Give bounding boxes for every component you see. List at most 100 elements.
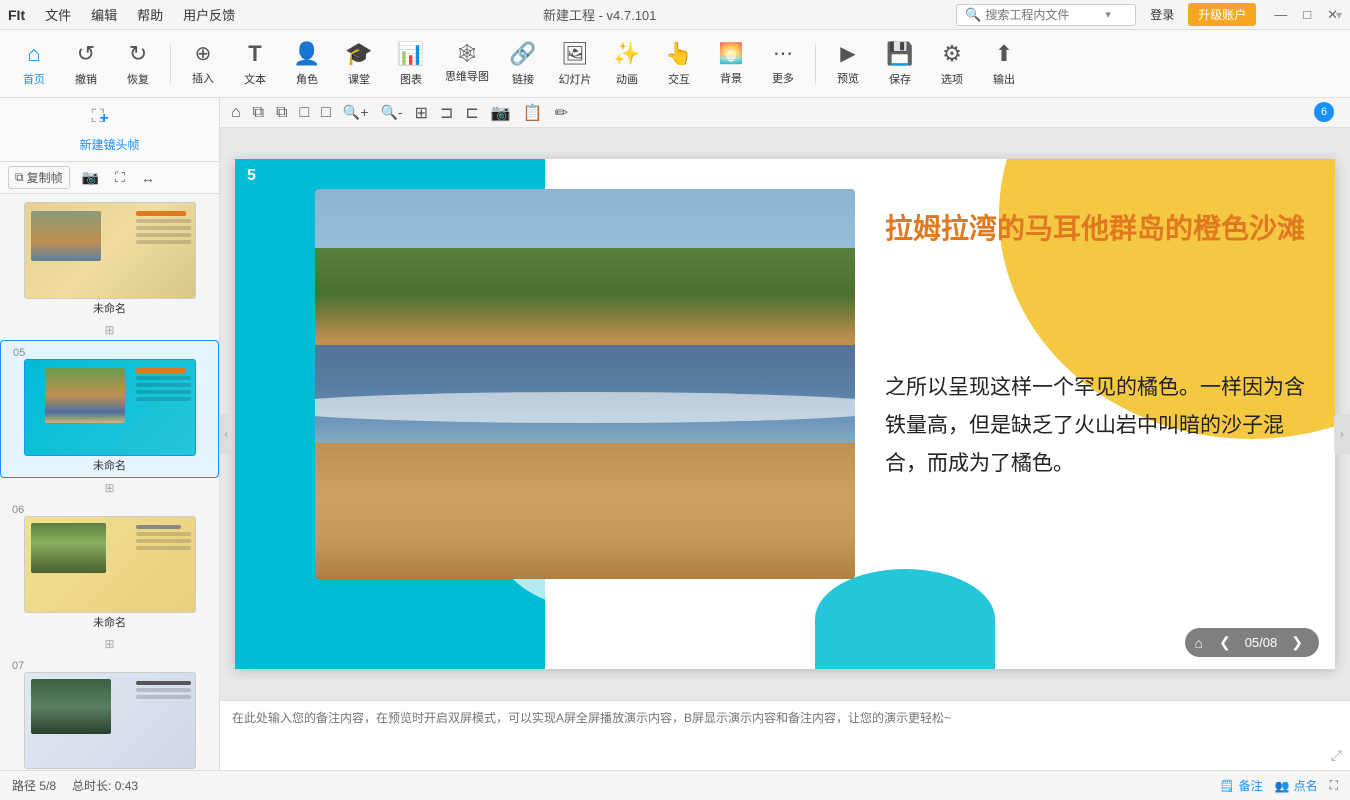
- canvas-camera-btn[interactable]: 📷: [488, 101, 514, 125]
- canvas-copy2-btn[interactable]: ⧉: [273, 102, 290, 124]
- separator-icon: ⊞: [104, 323, 114, 337]
- toolbar-text[interactable]: T 文本: [231, 34, 279, 94]
- login-button[interactable]: 登录: [1142, 4, 1182, 25]
- search-input[interactable]: [985, 8, 1105, 22]
- thumb-line: [136, 681, 191, 685]
- toolbar-animate[interactable]: ✨ 动画: [603, 34, 651, 94]
- notes-input[interactable]: [232, 709, 1338, 762]
- nav-home-btn[interactable]: ⌂: [1195, 635, 1203, 651]
- toolbar-insert-label: 插入: [192, 70, 214, 86]
- statusbar-right: 🗒 备注 👥 点名 ⛶: [1219, 777, 1338, 794]
- toolbar-interact[interactable]: 👆 交互: [655, 34, 703, 94]
- comment-btn[interactable]: 🗒 备注: [1219, 777, 1262, 794]
- toolbar-undo[interactable]: ↺ 撤销: [62, 34, 110, 94]
- toolbar-preview[interactable]: ▶ 预览: [824, 34, 872, 94]
- comment-icon: 🗒: [1219, 779, 1234, 793]
- canvas-grid-btn[interactable]: ⊞: [412, 101, 431, 125]
- canvas-align-btn[interactable]: ⊐: [437, 101, 456, 125]
- menu-help[interactable]: 帮助: [129, 3, 171, 26]
- canvas-home-btn[interactable]: ⌂: [228, 102, 244, 124]
- nav-page-indicator: 05/08: [1241, 635, 1282, 650]
- canvas-align2-btn[interactable]: ⊏: [462, 101, 481, 125]
- points-icon: 👥: [1275, 779, 1290, 793]
- text-icon: T: [248, 41, 261, 67]
- toolbar-more-label: 更多: [772, 70, 794, 86]
- upgrade-button[interactable]: 升级账户: [1188, 3, 1256, 26]
- canvas-body[interactable]: 5 拉姆拉湾的马耳他群岛的橙色沙滩 之所以呈现这样一个罕见的橘色。一样因为含铁量…: [220, 128, 1350, 700]
- copy-frame-btn[interactable]: ⧉ 复制帧: [8, 166, 70, 189]
- nav-prev-btn[interactable]: ❮: [1213, 632, 1237, 653]
- toolbar-classroom[interactable]: 🎓 课堂: [335, 34, 383, 94]
- slide-item-04[interactable]: 未命名: [0, 198, 219, 320]
- new-frame-button[interactable]: ⛶ + 新建镜头帧 ▾: [0, 98, 219, 162]
- slide-title[interactable]: 拉姆拉湾的马耳他群岛的橙色沙滩: [885, 209, 1305, 248]
- slide-body-text[interactable]: 之所以呈现这样一个罕见的橘色。一样因为含铁量高，但是缺乏了火山岩中叫暗的沙子混合…: [885, 369, 1305, 482]
- toolbar-role-label: 角色: [296, 71, 318, 87]
- menu-edit[interactable]: 编辑: [83, 3, 125, 26]
- titlebar: FIt 文件 编辑 帮助 用户反馈 新建工程 - v4.7.101 🔍 ▾ 登录…: [0, 0, 1350, 30]
- separator-icon-2: ⊞: [104, 481, 114, 495]
- menu-feedback[interactable]: 用户反馈: [175, 3, 243, 26]
- fullscreen-icon[interactable]: ⛶: [1330, 778, 1338, 793]
- fullscreen-btn[interactable]: ⛶: [111, 167, 129, 188]
- restore-button[interactable]: □: [1299, 7, 1315, 23]
- classroom-icon: 🎓: [345, 41, 372, 67]
- thumb-img-07: [31, 679, 111, 734]
- new-frame-label: 新建镜头帧: [79, 136, 139, 153]
- toolbar-export[interactable]: ⬆ 输出: [980, 34, 1028, 94]
- slide-item-06[interactable]: 06 未命名: [0, 498, 219, 634]
- canvas-rect1-btn[interactable]: □: [297, 102, 313, 124]
- canvas-toolbar: ⌂ ⧉ ⧉ □ □ 🔍+ 🔍- ⊞ ⊐ ⊏ 📷 📋 ✏ 6: [220, 98, 1350, 128]
- toolbar-link[interactable]: 🔗 链接: [499, 34, 547, 94]
- search-dropdown-icon[interactable]: ▾: [1105, 8, 1111, 21]
- slide-item-05[interactable]: 05 未命名: [0, 340, 219, 478]
- toolbar-insert[interactable]: ⊕ 插入: [179, 34, 227, 94]
- toolbar-slideshow-label: 幻灯片: [559, 71, 592, 87]
- thumb-text-06: [136, 525, 191, 553]
- toolbar-home[interactable]: ⌂ 首页: [10, 34, 58, 94]
- thumb-title-line: [136, 211, 186, 216]
- toolbar: ⌂ 首页 ↺ 撤销 ↻ 恢复 ⊕ 插入 T 文本 👤 角色 🎓 课堂 📊 图表 …: [0, 30, 1350, 98]
- canvas-zoomin-btn[interactable]: 🔍+: [340, 102, 372, 123]
- toolbar-options[interactable]: ⚙ 选项: [928, 34, 976, 94]
- toolbar-mindmap[interactable]: 🕸 思维导图: [439, 34, 495, 94]
- slide-item-07[interactable]: 07: [0, 654, 219, 770]
- points-btn[interactable]: 👥 点名: [1275, 777, 1318, 794]
- teal-blob-shape: [815, 569, 995, 669]
- canvas-clip-btn[interactable]: 📋: [520, 101, 546, 125]
- toolbar-options-label: 选项: [941, 71, 963, 87]
- canvas-zoomout-btn[interactable]: 🔍-: [378, 102, 406, 123]
- slide-num-07: 07: [12, 660, 24, 672]
- search-box[interactable]: 🔍 ▾: [956, 4, 1136, 26]
- slide-label-06: 未命名: [93, 614, 126, 630]
- toolbar-role[interactable]: 👤 角色: [283, 34, 331, 94]
- camera-btn[interactable]: 📷: [78, 167, 103, 188]
- toolbar-bg[interactable]: 🌅 背景: [707, 34, 755, 94]
- canvas-edit-btn[interactable]: ✏: [552, 101, 571, 125]
- toolbar-chart[interactable]: 📊 图表: [387, 34, 435, 94]
- copy-frame-label: 复制帧: [27, 169, 63, 186]
- thumb-line: [136, 539, 191, 543]
- thumb-img-04: [31, 211, 101, 261]
- beach-sand: [315, 443, 855, 580]
- slide-num-05: 05: [13, 347, 25, 359]
- toolbar-redo[interactable]: ↻ 恢复: [114, 34, 162, 94]
- canvas-copy1-btn[interactable]: ⧉: [250, 102, 267, 124]
- path-info: 路径 5/8: [12, 777, 56, 794]
- toolbar-save[interactable]: 💾 保存: [876, 34, 924, 94]
- swap-btn[interactable]: ↔: [137, 168, 159, 188]
- right-panel-badge[interactable]: 6: [1314, 102, 1334, 122]
- nav-next-btn[interactable]: ❯: [1285, 632, 1309, 653]
- minimize-button[interactable]: —: [1270, 7, 1291, 23]
- toolbar-more[interactable]: ⋯ 更多: [759, 34, 807, 94]
- beach-photo: [315, 189, 855, 579]
- slide-number-badge: 5: [247, 167, 256, 185]
- toolbar-slideshow[interactable]: 🖼 幻灯片: [551, 34, 599, 94]
- duration-info: 总时长: 0:43: [72, 777, 138, 794]
- options-icon: ⚙: [942, 41, 962, 67]
- canvas-rect2-btn[interactable]: □: [318, 102, 334, 124]
- menu-file[interactable]: 文件: [37, 3, 79, 26]
- sidebar-collapse-handle[interactable]: ‹: [220, 414, 232, 454]
- notes-expand-btn[interactable]: ⤢: [1331, 747, 1342, 764]
- right-panel-toggle[interactable]: ›: [1334, 414, 1350, 454]
